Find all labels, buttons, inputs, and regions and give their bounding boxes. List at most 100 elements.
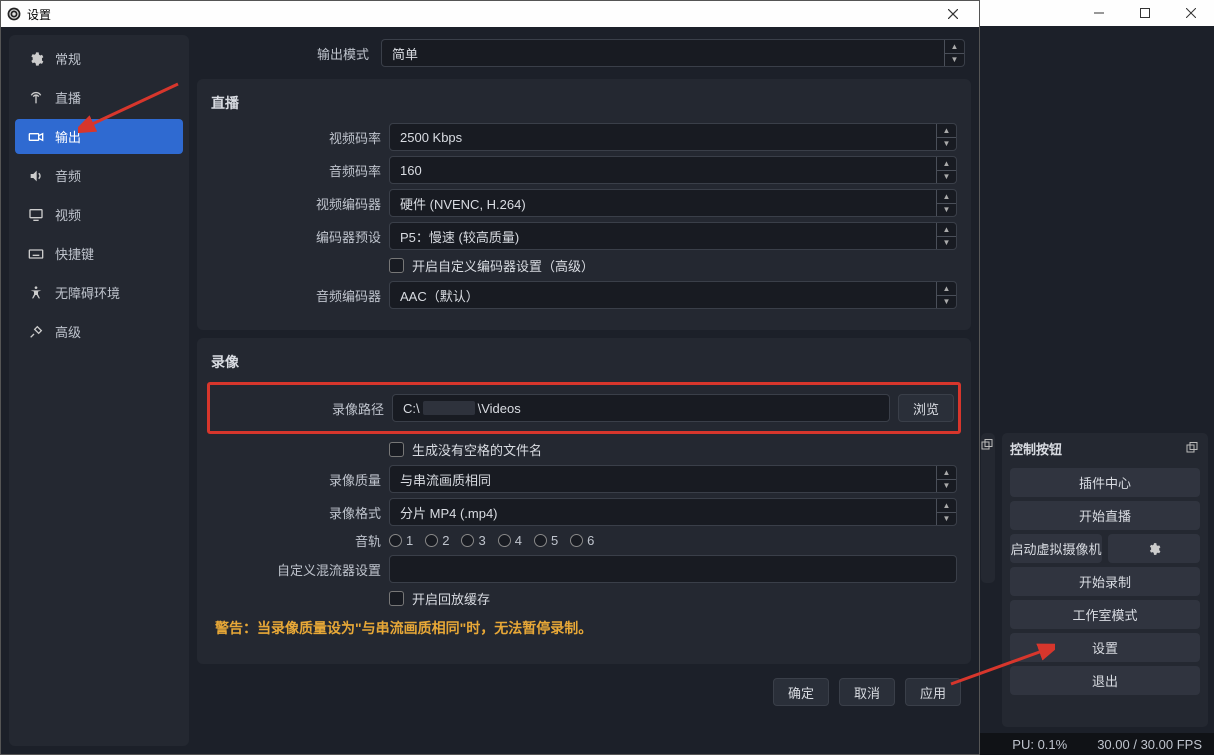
browse-button[interactable]: 浏览 bbox=[898, 394, 954, 422]
stream-section: 直播 视频码率 2500 Kbps ▲▼ 音频码率 160 ▲▼ bbox=[197, 79, 971, 330]
mixer-label: 自定义混流器设置 bbox=[211, 560, 381, 579]
replay-buffer-label: 开启回放缓存 bbox=[412, 589, 490, 608]
controls-dock-title: 控制按钮 bbox=[1010, 439, 1062, 458]
record-format-label: 录像格式 bbox=[211, 503, 381, 522]
highlight-box: 录像路径 C:\\Videos 浏览 bbox=[207, 382, 961, 434]
dialog-close-button[interactable] bbox=[933, 1, 973, 27]
monitor-icon bbox=[27, 206, 45, 224]
studio-mode-button[interactable]: 工作室模式 bbox=[1010, 600, 1200, 629]
dialog-button-bar: 确定 取消 应用 bbox=[197, 672, 971, 716]
sidebar-item-accessibility[interactable]: 无障碍环境 bbox=[15, 275, 183, 310]
video-encoder-label: 视频编码器 bbox=[211, 194, 381, 213]
antenna-icon bbox=[27, 89, 45, 107]
record-format-select[interactable]: 分片 MP4 (.mp4) ▲▼ bbox=[389, 498, 957, 526]
select-spin-icon: ▲▼ bbox=[944, 40, 964, 66]
encoder-preset-select[interactable]: P5：慢速 (较高质量) ▲▼ bbox=[389, 222, 957, 250]
close-main-button[interactable] bbox=[1168, 0, 1214, 26]
track-radio-3[interactable]: 3 bbox=[461, 533, 485, 548]
main-window-titlebar bbox=[980, 0, 1214, 26]
settings-sidebar: 常规 直播 输出 音频 视频 快捷键 bbox=[9, 35, 189, 746]
minimize-button[interactable] bbox=[1076, 0, 1122, 26]
custom-encoder-label: 开启自定义编码器设置（高级） bbox=[412, 256, 594, 275]
video-bitrate-label: 视频码率 bbox=[211, 128, 381, 147]
exit-button[interactable]: 退出 bbox=[1010, 666, 1200, 695]
track-radio-6[interactable]: 6 bbox=[570, 533, 594, 548]
unknown-dock-fragment bbox=[981, 433, 995, 583]
replay-buffer-checkbox[interactable] bbox=[389, 591, 404, 606]
spinner-icon: ▲▼ bbox=[936, 124, 956, 150]
video-bitrate-input[interactable]: 2500 Kbps ▲▼ bbox=[389, 123, 957, 151]
sidebar-item-label: 音频 bbox=[55, 166, 81, 185]
track-radio-1[interactable]: 1 bbox=[389, 533, 413, 548]
record-path-input[interactable]: C:\\Videos bbox=[392, 394, 890, 422]
sidebar-item-audio[interactable]: 音频 bbox=[15, 158, 183, 193]
output-mode-select[interactable]: 简单 ▲▼ bbox=[381, 39, 965, 67]
start-stream-button[interactable]: 开始直播 bbox=[1010, 501, 1200, 530]
redacted-text bbox=[423, 401, 475, 415]
plugin-center-button[interactable]: 插件中心 bbox=[1010, 468, 1200, 497]
status-fps: 30.00 / 30.00 FPS bbox=[1097, 737, 1202, 752]
sidebar-item-hotkeys[interactable]: 快捷键 bbox=[15, 236, 183, 271]
main-window: 控制按钮 插件中心 开始直播 启动虚拟摄像机 开始录制 工作室模式 设置 退出 … bbox=[980, 0, 1214, 755]
settings-dialog: 设置 常规 直播 输出 音频 视频 bbox=[0, 0, 980, 755]
output-icon bbox=[27, 128, 45, 146]
sidebar-item-label: 输出 bbox=[55, 127, 81, 146]
dialog-titlebar: 设置 bbox=[1, 1, 979, 27]
output-mode-label: 输出模式 bbox=[203, 44, 373, 63]
audio-encoder-select[interactable]: AAC（默认） ▲▼ bbox=[389, 281, 957, 309]
dialog-title: 设置 bbox=[27, 6, 927, 23]
controls-dock-header: 控制按钮 bbox=[1002, 433, 1208, 464]
audio-bitrate-select[interactable]: 160 ▲▼ bbox=[389, 156, 957, 184]
select-spin-icon: ▲▼ bbox=[936, 157, 956, 183]
speaker-icon bbox=[27, 167, 45, 185]
track-radio-2[interactable]: 2 bbox=[425, 533, 449, 548]
sidebar-item-video[interactable]: 视频 bbox=[15, 197, 183, 232]
mixer-input[interactable] bbox=[389, 555, 957, 583]
keyboard-icon bbox=[27, 245, 45, 263]
record-path-label: 录像路径 bbox=[214, 399, 384, 418]
gear-icon bbox=[1147, 542, 1161, 556]
sidebar-item-advanced[interactable]: 高级 bbox=[15, 314, 183, 349]
maximize-button[interactable] bbox=[1122, 0, 1168, 26]
popout-icon[interactable] bbox=[981, 439, 993, 451]
select-spin-icon: ▲▼ bbox=[936, 466, 956, 492]
tools-icon bbox=[27, 323, 45, 341]
sidebar-item-label: 高级 bbox=[55, 322, 81, 341]
sidebar-item-general[interactable]: 常规 bbox=[15, 41, 183, 76]
record-section: 录像 录像路径 C:\\Videos 浏览 生成没有空格的文件名 录像质 bbox=[197, 338, 971, 664]
track-radio-4[interactable]: 4 bbox=[498, 533, 522, 548]
sidebar-item-stream[interactable]: 直播 bbox=[15, 80, 183, 115]
vcam-settings-button[interactable] bbox=[1108, 534, 1200, 563]
select-spin-icon: ▲▼ bbox=[936, 499, 956, 525]
record-quality-select[interactable]: 与串流画质相同 ▲▼ bbox=[389, 465, 957, 493]
obs-icon bbox=[7, 7, 21, 21]
sidebar-item-label: 快捷键 bbox=[55, 244, 94, 263]
track-radio-5[interactable]: 5 bbox=[534, 533, 558, 548]
main-body: 控制按钮 插件中心 开始直播 启动虚拟摄像机 开始录制 工作室模式 设置 退出 bbox=[980, 26, 1214, 733]
accessibility-icon bbox=[27, 284, 45, 302]
settings-content: 输出模式 简单 ▲▼ 直播 视频码率 2500 Kbps ▲▼ 音频码率 bbox=[197, 35, 971, 746]
sidebar-item-label: 直播 bbox=[55, 88, 81, 107]
video-encoder-select[interactable]: 硬件 (NVENC, H.264) ▲▼ bbox=[389, 189, 957, 217]
tracks-label: 音轨 bbox=[211, 531, 381, 550]
sidebar-item-label: 常规 bbox=[55, 49, 81, 68]
custom-encoder-checkbox[interactable] bbox=[389, 258, 404, 273]
nospace-label: 生成没有空格的文件名 bbox=[412, 440, 542, 459]
settings-button[interactable]: 设置 bbox=[1010, 633, 1200, 662]
popout-icon[interactable] bbox=[1186, 442, 1200, 456]
encoder-preset-label: 编码器预设 bbox=[211, 227, 381, 246]
nospace-checkbox[interactable] bbox=[389, 442, 404, 457]
apply-button[interactable]: 应用 bbox=[905, 678, 961, 706]
gear-icon bbox=[27, 50, 45, 68]
start-vcam-button[interactable]: 启动虚拟摄像机 bbox=[1010, 534, 1102, 563]
cancel-button[interactable]: 取消 bbox=[839, 678, 895, 706]
audio-bitrate-label: 音频码率 bbox=[211, 161, 381, 180]
sidebar-item-label: 视频 bbox=[55, 205, 81, 224]
status-bar: PU: 0.1% 30.00 / 30.00 FPS bbox=[980, 733, 1214, 755]
sidebar-item-output[interactable]: 输出 bbox=[15, 119, 183, 154]
sidebar-item-label: 无障碍环境 bbox=[55, 283, 120, 302]
record-section-title: 录像 bbox=[211, 352, 957, 372]
start-record-button[interactable]: 开始录制 bbox=[1010, 567, 1200, 596]
ok-button[interactable]: 确定 bbox=[773, 678, 829, 706]
stream-section-title: 直播 bbox=[211, 93, 957, 113]
